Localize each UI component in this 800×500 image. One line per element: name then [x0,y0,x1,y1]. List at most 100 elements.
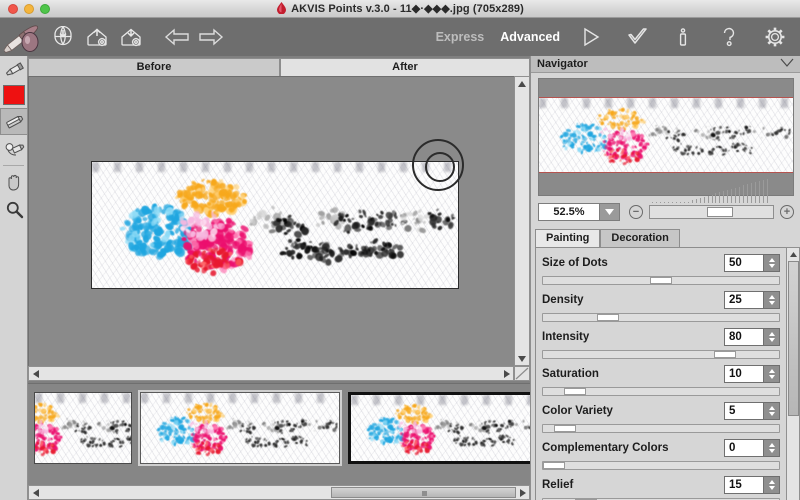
setting-slider[interactable] [542,350,780,359]
chevron-down-icon[interactable] [780,58,794,70]
setting-value-input[interactable]: 15 [724,476,764,494]
settings-tabs: Painting Decoration [535,229,797,247]
app-window: AKVIS Points v.3.0 - 11◆·◆◆◆.jpg (705x28… [0,0,800,500]
setting-stepper[interactable] [764,476,780,494]
setting-slider[interactable] [542,461,780,470]
strip-scrollbar-thumb[interactable] [331,487,516,498]
redo-button[interactable] [194,20,228,54]
zoom-slider-ticks [650,189,773,203]
setting-slider-thumb[interactable] [543,462,565,469]
open-from-web-button[interactable] [46,20,80,54]
setting-value-group: 10 [724,365,780,383]
main-toolbar: Express Advanced [0,18,800,56]
setting-stepper[interactable] [764,291,780,309]
list-item[interactable] [348,392,548,464]
setting-slider[interactable] [542,276,780,285]
zoom-tool[interactable] [0,196,28,223]
apply-button[interactable] [620,20,654,54]
canvas-artwork [91,161,459,289]
canvas-vertical-scrollbar[interactable] [514,76,530,366]
setting-slider-thumb[interactable] [597,314,619,321]
settings-list: Size of Dots50 Density 25 Intensity80 Satura… [535,247,787,500]
tool-divider [3,165,24,166]
toolbar-right-group: Express Advanced [434,20,792,54]
settings-vertical-scrollbar[interactable] [786,247,800,500]
history-brush-tool[interactable] [0,56,28,83]
tab-before[interactable]: Before [28,58,280,76]
setting-label: Saturation [542,368,599,380]
smudge-tool[interactable] [0,135,28,162]
setting-row: Complementary Colors 0 [536,433,786,470]
zoom-slider-thumb[interactable] [707,207,733,217]
zoom-slider[interactable] [649,205,774,219]
setting-slider-thumb[interactable] [564,388,586,395]
color-swatch[interactable] [3,85,25,105]
setting-value-input[interactable]: 25 [724,291,764,309]
setting-stepper[interactable] [764,439,780,457]
setting-label: Density [542,294,584,306]
image-canvas[interactable] [28,76,530,381]
scrollbar-resize-corner [514,366,530,381]
setting-slider-thumb[interactable] [554,425,576,432]
help-button[interactable] [712,20,746,54]
akvis-brush-logo-icon [2,19,46,55]
setting-value-input[interactable]: 5 [724,402,764,420]
tab-painting[interactable]: Painting [535,229,600,247]
tools-sidebar [0,56,28,500]
settings-scrollbar-thumb[interactable] [788,261,799,416]
list-item[interactable] [34,392,132,464]
setting-label: Color Variety [542,405,613,417]
setting-slider-thumb[interactable] [714,351,736,358]
open-image-button[interactable] [80,20,114,54]
zoom-value-field[interactable]: 52.5% [538,203,600,221]
setting-row: Density 25 [536,285,786,322]
scroll-right-arrow-icon[interactable] [500,367,513,380]
preferences-gear-icon[interactable] [758,20,792,54]
run-button[interactable] [574,20,608,54]
strip-scroll-left-arrow-icon[interactable] [29,486,42,499]
zoom-controls: 52.5% − + [538,202,794,222]
setting-slider[interactable] [542,424,780,433]
zoom-in-button[interactable]: + [780,205,794,219]
setting-label: Complementary Colors [542,442,669,454]
setting-row: Intensity80 [536,322,786,359]
save-image-button[interactable] [114,20,148,54]
zoom-dropdown-button[interactable] [600,203,620,221]
setting-stepper[interactable] [764,365,780,383]
setting-stepper[interactable] [764,328,780,346]
setting-value-input[interactable]: 0 [724,439,764,457]
tab-decoration[interactable]: Decoration [600,229,679,247]
canvas-horizontal-scrollbar[interactable] [28,366,514,381]
scroll-up-arrow-icon[interactable] [515,77,529,90]
zoom-out-button[interactable]: − [629,205,643,219]
navigator-preview[interactable] [538,78,794,196]
setting-value-input[interactable]: 80 [724,328,764,346]
undo-button[interactable] [160,20,194,54]
setting-stepper[interactable] [764,402,780,420]
right-panel: Navigator 52.5% − [530,56,800,500]
akvis-drop-logo-icon [276,2,287,14]
info-button[interactable] [666,20,700,54]
mode-express-button[interactable]: Express [434,30,487,44]
window-title: AKVIS Points v.3.0 - 11◆·◆◆◆.jpg (705x28… [291,3,524,15]
setting-value-input[interactable]: 50 [724,254,764,272]
settings-scroll-up-arrow-icon[interactable] [787,248,799,260]
title-bar: AKVIS Points v.3.0 - 11◆·◆◆◆.jpg (705x28… [0,0,800,18]
setting-stepper[interactable] [764,254,780,272]
strip-scroll-right-arrow-icon[interactable] [516,486,529,499]
mode-advanced-button[interactable]: Advanced [498,30,562,44]
scroll-left-arrow-icon[interactable] [29,367,42,380]
thumbnail-strip-scrollbar[interactable] [28,485,530,500]
hand-tool[interactable] [0,169,28,196]
setting-value-group: 5 [724,402,780,420]
list-item[interactable] [140,392,340,464]
setting-slider-thumb[interactable] [650,277,672,284]
setting-slider[interactable] [542,313,780,322]
tab-after[interactable]: After [280,58,530,76]
scroll-down-arrow-icon[interactable] [515,352,529,365]
setting-value-input[interactable]: 10 [724,365,764,383]
setting-slider[interactable] [542,387,780,396]
setting-row: Size of Dots50 [536,248,786,285]
eraser-tool[interactable] [0,108,28,135]
setting-value-group: 0 [724,439,780,457]
